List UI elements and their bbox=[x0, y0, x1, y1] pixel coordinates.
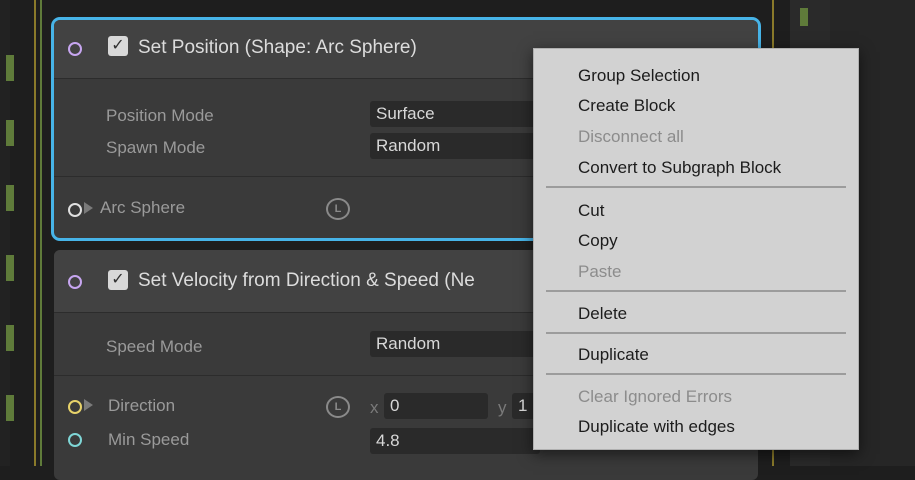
speed-mode-label: Speed Mode bbox=[106, 337, 203, 356]
menu-separator bbox=[546, 186, 846, 188]
menu-item-duplicate-with-edges[interactable]: Duplicate with edges bbox=[578, 417, 735, 437]
speed-mode-dropdown[interactable]: Random bbox=[370, 331, 540, 357]
graph-port-tab bbox=[6, 255, 14, 281]
spawn-mode-dropdown[interactable]: Random bbox=[370, 133, 540, 159]
graph-edge-green bbox=[40, 0, 42, 466]
graph-port-tab bbox=[6, 55, 14, 81]
menu-item-copy[interactable]: Copy bbox=[578, 231, 618, 251]
menu-item-clear-ignored-errors: Clear Ignored Errors bbox=[578, 387, 733, 406]
flow-port-icon[interactable] bbox=[68, 42, 82, 56]
position-mode-dropdown[interactable]: Surface bbox=[370, 101, 540, 127]
arc-sphere-label: Arc Sphere bbox=[100, 198, 186, 217]
min-speed-label: Min Speed bbox=[108, 430, 190, 449]
spawn-mode-label: Spawn Mode bbox=[106, 138, 206, 157]
graph-port-tab bbox=[6, 185, 14, 211]
menu-item-create-block[interactable]: Create Block bbox=[578, 96, 675, 116]
menu-separator bbox=[546, 290, 846, 292]
block-title: Set Position (Shape: Arc Sphere) bbox=[138, 37, 417, 58]
graph-port-tab bbox=[6, 395, 14, 421]
graph-port-tab bbox=[800, 8, 808, 26]
block-enabled-checkbox[interactable]: ✓ bbox=[108, 270, 128, 290]
menu-item-cut[interactable]: Cut bbox=[578, 201, 604, 221]
menu-item-duplicate[interactable]: Duplicate bbox=[578, 345, 649, 365]
menu-item-disconnect-all: Disconnect all bbox=[578, 127, 684, 146]
menu-separator bbox=[546, 373, 846, 375]
expand-arrow-icon[interactable] bbox=[84, 399, 93, 411]
direction-label: Direction bbox=[108, 396, 176, 415]
direction-x-label: x bbox=[370, 398, 379, 417]
direction-port-icon[interactable] bbox=[68, 400, 82, 414]
menu-item-delete[interactable]: Delete bbox=[578, 304, 627, 324]
flow-port-icon[interactable] bbox=[68, 275, 82, 289]
min-speed-port-icon[interactable] bbox=[68, 433, 82, 447]
local-space-badge-icon[interactable]: L bbox=[326, 198, 350, 220]
menu-separator bbox=[546, 332, 846, 334]
block-title: Set Velocity from Direction & Speed (Ne bbox=[138, 270, 475, 291]
min-speed-field[interactable]: 4.8 bbox=[370, 428, 540, 454]
graph-port-tab bbox=[6, 325, 14, 351]
direction-x-field[interactable]: 0 bbox=[384, 393, 488, 419]
menu-item-convert-to-subgraph[interactable]: Convert to Subgraph Block bbox=[578, 158, 781, 178]
block-enabled-checkbox[interactable]: ✓ bbox=[108, 36, 128, 56]
arc-sphere-port-icon[interactable] bbox=[68, 203, 82, 217]
menu-item-group-selection[interactable]: Group Selection bbox=[578, 66, 700, 86]
context-menu[interactable]: Group Selection Create Block Disconnect … bbox=[533, 48, 859, 450]
graph-port-tab bbox=[6, 120, 14, 146]
local-space-badge-icon[interactable]: L bbox=[326, 396, 350, 418]
menu-item-paste: Paste bbox=[578, 262, 622, 281]
graph-edge-yellow bbox=[34, 0, 36, 466]
direction-y-label: y bbox=[498, 398, 507, 417]
expand-arrow-icon[interactable] bbox=[84, 202, 93, 214]
position-mode-label: Position Mode bbox=[106, 106, 214, 125]
